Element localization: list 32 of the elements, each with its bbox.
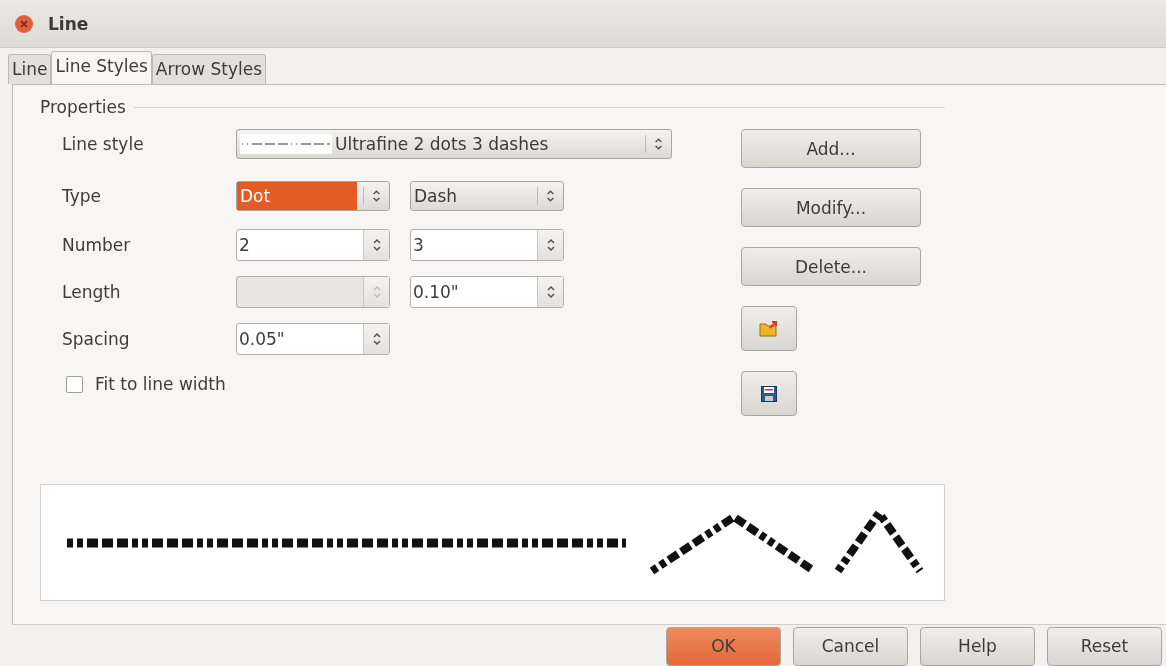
side-button[interactable]: Delete... <box>741 247 921 286</box>
checkbox[interactable] <box>66 375 83 393</box>
dialog-button[interactable]: Help <box>920 626 1035 666</box>
side-button[interactable]: Modify... <box>741 188 921 227</box>
field-label: Spacing <box>62 328 131 349</box>
dropdown-value: Dash <box>413 185 459 208</box>
field-label: Length <box>62 281 122 302</box>
type-dropdown[interactable]: Dot <box>236 181 390 211</box>
spin-field[interactable]: 0.10" <box>410 275 564 308</box>
tab[interactable]: Line <box>8 54 52 84</box>
window-title: Line <box>48 13 89 34</box>
tab[interactable]: Arrow Styles <box>151 54 267 84</box>
group-title: Properties <box>40 97 126 117</box>
dialog-button[interactable]: Reset <box>1047 626 1162 666</box>
field-label: Line style <box>62 134 145 154</box>
folder-icon <box>759 319 779 338</box>
spin-field[interactable]: 2 <box>236 228 390 261</box>
dialog-button[interactable]: Cancel <box>793 626 908 666</box>
spin-field[interactable]: 0.05" <box>236 322 390 355</box>
type-dropdown[interactable]: Dash <box>410 181 564 211</box>
line-sample-icon <box>240 134 332 154</box>
checkbox-label: Fit to line width <box>95 374 226 394</box>
save-button[interactable] <box>741 371 797 416</box>
line-style-dropdown[interactable]: Ultrafine 2 dots 3 dashes <box>236 129 672 159</box>
close-icon[interactable] <box>14 13 34 34</box>
field-label: Type <box>62 186 103 206</box>
spin-field[interactable]: 3 <box>410 228 564 261</box>
field-label: Number <box>62 234 132 255</box>
dropdown-value: Dot <box>237 182 357 210</box>
dialog-button[interactable]: OK <box>666 626 781 666</box>
tab[interactable]: Line Styles <box>51 51 152 84</box>
side-button[interactable]: Add... <box>741 129 921 168</box>
